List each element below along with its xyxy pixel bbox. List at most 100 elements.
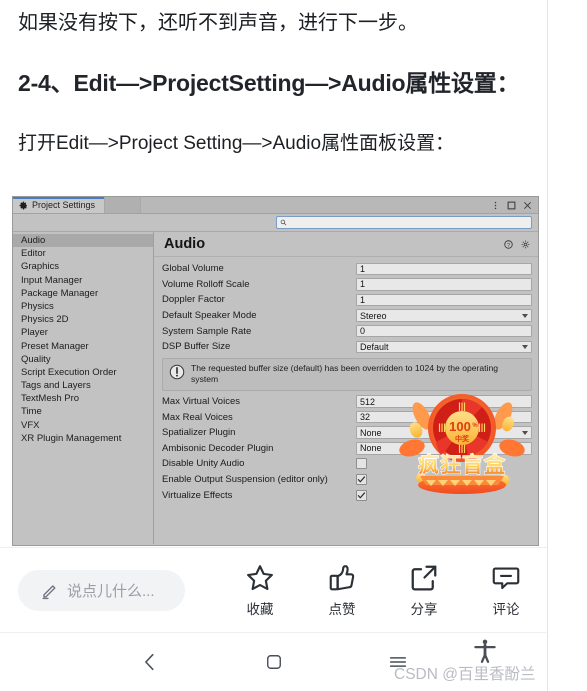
- sidebar-item-input-manager[interactable]: Input Manager: [13, 274, 153, 287]
- dsp-buffer-size-dropdown[interactable]: Default: [356, 340, 532, 354]
- property-row-default-speaker-mode: Default Speaker Mode Stereo: [162, 308, 532, 324]
- disable-unity-audio-checkbox[interactable]: [356, 458, 367, 470]
- tab-project-settings[interactable]: Project Settings: [13, 197, 106, 213]
- property-label: Ambisonic Decoder Plugin: [162, 442, 274, 454]
- property-label: Volume Rolloff Scale: [162, 278, 250, 290]
- paragraph-top: 如果没有按下，还听不到声音，进行下一步。: [18, 12, 418, 34]
- accessibility-icon[interactable]: [472, 638, 498, 664]
- property-row-global-volume: Global Volume 1: [162, 261, 532, 277]
- sidebar-item-tags-and-layers[interactable]: Tags and Layers: [13, 379, 153, 392]
- svg-text:?: ?: [507, 242, 510, 248]
- property-value: 1: [360, 279, 366, 290]
- sidebar-item-textmesh-pro[interactable]: TextMesh Pro: [13, 392, 153, 405]
- window-titlebar: Project Settings: [13, 197, 538, 214]
- volume-rolloff-scale-input[interactable]: 1: [356, 278, 532, 291]
- paragraph-two: 打开Edit—>Project Setting—>Audio属性面板设置：: [18, 133, 455, 155]
- close-icon[interactable]: [523, 201, 532, 210]
- action-label: 收藏: [246, 601, 274, 617]
- sidebar-item-audio[interactable]: Audio: [13, 234, 153, 248]
- property-row-dsp-buffer-size: DSP Buffer Size Default: [162, 339, 532, 355]
- star-icon: [247, 564, 273, 590]
- property-label: Virtualize Effects: [162, 489, 233, 501]
- action-label: 分享: [410, 601, 438, 617]
- sidebar-item-script-execution-order[interactable]: Script Execution Order: [13, 366, 153, 379]
- csdn-watermark: CSDN @百里香酚兰: [394, 666, 536, 683]
- help-icon[interactable]: ?: [504, 239, 513, 249]
- sidebar-item-player[interactable]: Player: [13, 326, 153, 339]
- back-button[interactable]: [88, 651, 212, 673]
- comment-placeholder: 说点儿什么...: [67, 582, 155, 600]
- page-title: Audio: [164, 236, 206, 252]
- home-button[interactable]: [212, 652, 336, 672]
- system-sample-rate-input[interactable]: 0: [356, 324, 532, 338]
- page-right-rule: [547, 0, 548, 691]
- favorite-button[interactable]: 收藏: [219, 563, 301, 618]
- default-speaker-mode-dropdown[interactable]: Stereo: [356, 309, 532, 322]
- property-label: Doppler Factor: [162, 294, 225, 306]
- property-label: Spatializer Plugin: [162, 427, 236, 439]
- content-header: Audio ?: [154, 232, 538, 257]
- svg-text:|||: |||: [478, 422, 486, 432]
- maximize-icon[interactable]: [507, 201, 516, 210]
- global-volume-input[interactable]: 1: [356, 262, 532, 276]
- article-body: 如果没有按下，还听不到声音，进行下一步。 2-4、Edit—>ProjectSe…: [18, 0, 530, 159]
- sidebar-item-quality[interactable]: Quality: [13, 353, 153, 366]
- action-buttons: 收藏 点赞 分享 评论: [219, 563, 547, 618]
- search-input[interactable]: [276, 216, 532, 229]
- tab-label: Project Settings: [32, 200, 96, 210]
- comment-icon: [492, 566, 520, 589]
- pencil-icon: [42, 584, 56, 599]
- promo-percent-suffix: %: [472, 423, 478, 429]
- virtualize-effects-checkbox[interactable]: [356, 489, 367, 501]
- page-root: 如果没有按下，还听不到声音，进行下一步。 2-4、Edit—>ProjectSe…: [0, 0, 587, 691]
- property-value: Stereo: [360, 310, 387, 321]
- article-action-bar: 说点儿什么... 收藏 点赞 分享 评论: [0, 547, 547, 632]
- chevron-left-icon: [144, 653, 154, 671]
- sidebar-item-graphics[interactable]: Graphics: [13, 260, 153, 273]
- promo-sticker-ad[interactable]: ||| ||| ||| ||| 100 % 中奖 疯狂盲盒: [398, 386, 526, 498]
- thumbs-up-icon: [329, 564, 355, 590]
- svg-text:|||: |||: [438, 422, 446, 432]
- gear-icon: [19, 201, 27, 209]
- property-label: System Sample Rate: [162, 325, 252, 337]
- property-value: None: [360, 443, 382, 454]
- sidebar-item-editor[interactable]: Editor: [13, 247, 153, 260]
- property-value: 1: [360, 294, 366, 305]
- settings-gear-icon[interactable]: [521, 240, 530, 249]
- share-button[interactable]: 分享: [383, 563, 465, 618]
- sidebar-item-package-manager[interactable]: Package Manager: [13, 287, 153, 300]
- sidebar-item-xr-plugin-management[interactable]: XR Plugin Management: [13, 432, 153, 445]
- sidebar-item-vfx[interactable]: VFX: [13, 419, 153, 432]
- comment-button[interactable]: 评论: [465, 563, 547, 618]
- sidebar-item-physics[interactable]: Physics: [13, 300, 153, 313]
- action-label: 点赞: [328, 601, 356, 617]
- promo-percent: 100: [449, 419, 471, 434]
- property-label: Enable Output Suspension (editor only): [162, 474, 328, 486]
- svg-text:|||: |||: [458, 401, 466, 411]
- warning-icon: [169, 364, 185, 379]
- sidebar-item-time[interactable]: Time: [13, 405, 153, 418]
- property-value: 0: [360, 326, 366, 337]
- check-icon: [357, 476, 366, 483]
- property-label: Max Real Voices: [162, 411, 233, 423]
- property-label: Disable Unity Audio: [162, 458, 245, 470]
- enable-output-suspension-checkbox[interactable]: [356, 474, 367, 486]
- sidebar-item-preset-manager[interactable]: Preset Manager: [13, 340, 153, 353]
- doppler-factor-input[interactable]: 1: [356, 293, 532, 307]
- property-value: None: [360, 427, 382, 438]
- property-value: 1: [360, 263, 366, 274]
- promo-sub-label: 中奖: [455, 434, 470, 443]
- sidebar-item-physics-2d[interactable]: Physics 2D: [13, 313, 153, 326]
- section-heading: 2-4、Edit—>ProjectSetting—>Audio属性设置：: [18, 70, 520, 96]
- settings-sidebar: Audio Editor Graphics Input Manager Pack…: [13, 232, 154, 544]
- like-button[interactable]: 点赞: [301, 563, 383, 618]
- chevron-down-icon: [522, 344, 528, 349]
- promo-title: 疯狂盲盒: [418, 453, 506, 477]
- property-row-system-sample-rate: System Sample Rate 0: [162, 323, 532, 339]
- comment-input[interactable]: 说点儿什么...: [18, 569, 185, 611]
- more-options-icon[interactable]: [491, 201, 500, 210]
- search-icon: [280, 219, 287, 226]
- tab-strip-empty: [105, 197, 142, 213]
- property-value: Default: [360, 341, 389, 352]
- window-controls: [491, 197, 538, 213]
